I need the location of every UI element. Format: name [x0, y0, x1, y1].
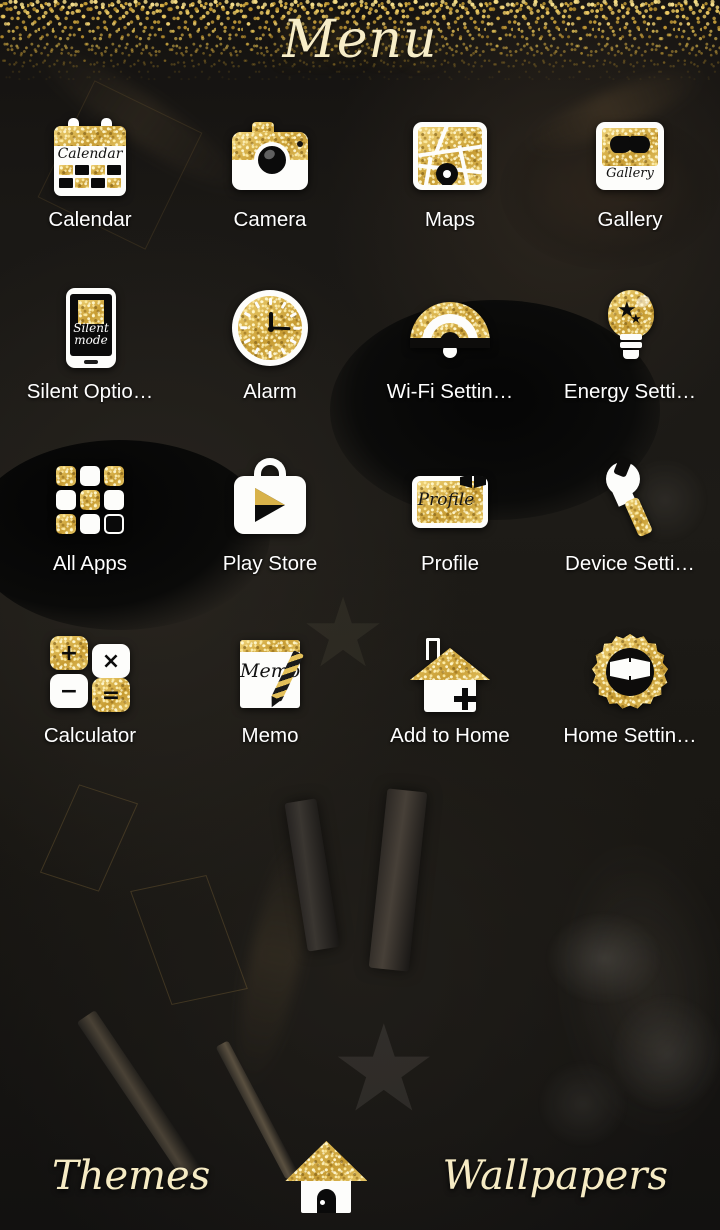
phone-home-bar: [84, 360, 98, 364]
app-item-memo[interactable]: Memo Memo: [180, 626, 360, 762]
wifi-icon: [404, 282, 496, 374]
clock-tick: [240, 326, 248, 330]
background-foil-cluster: [520, 880, 720, 1160]
map-pin-icon: [431, 158, 463, 185]
app-item-add-to-home[interactable]: Add to Home: [360, 626, 540, 762]
app-label: All Apps: [52, 552, 128, 575]
app-item-calculator[interactable]: + × − = Calculator: [0, 626, 180, 762]
plus-icon: [454, 688, 476, 710]
app-item-energy-settings[interactable]: ★ ★ Energy Setti…: [540, 282, 720, 418]
house-chimney: [426, 638, 440, 660]
calendar-script-text: Calendar: [57, 146, 123, 162]
app-grid: Calendar Calendar Camera Maps Gallery Ga…: [0, 110, 720, 762]
gallery-script-text: Gallery: [606, 166, 654, 181]
home-button[interactable]: [281, 1139, 371, 1213]
mustache-icon: [610, 136, 650, 154]
app-label: Calendar: [48, 208, 132, 231]
app-label: Profile: [420, 552, 480, 575]
app-grid-cells: [56, 466, 124, 534]
app-item-silent-options[interactable]: Silent mode Silent Optio…: [0, 282, 180, 418]
app-label: Device Setti…: [565, 552, 695, 575]
maps-road: [423, 156, 433, 185]
app-item-maps[interactable]: Maps: [360, 110, 540, 246]
page-header: Menu: [0, 0, 720, 80]
app-label: Play Store: [222, 552, 318, 575]
gear-icon: [584, 626, 676, 718]
bow-knot: [626, 662, 634, 676]
app-item-play-store[interactable]: Play Store: [180, 454, 360, 590]
house-roof: [410, 648, 490, 680]
bow-icon: [460, 474, 486, 488]
calendar-icon: Calendar: [44, 110, 136, 202]
camera-lens: [254, 142, 290, 178]
calendar-day-cells: [59, 165, 121, 188]
silent-mode-icon: Silent mode: [44, 282, 136, 374]
memo-icon: Memo: [224, 626, 316, 718]
bulb-screw-ring: [620, 342, 642, 348]
lightbulb-icon: ★ ★: [584, 282, 676, 374]
app-item-profile[interactable]: Profile Profile: [360, 454, 540, 590]
app-label: Maps: [424, 208, 476, 231]
app-item-home-settings[interactable]: Home Settin…: [540, 626, 720, 762]
profile-icon: Profile: [404, 454, 496, 546]
app-label: Home Settin…: [563, 724, 697, 747]
wallpapers-button[interactable]: Wallpapers: [443, 1153, 668, 1199]
clock-tick: [269, 351, 272, 358]
app-item-device-settings[interactable]: Device Setti…: [540, 454, 720, 590]
maps-icon: [404, 110, 496, 202]
app-label: Camera: [233, 208, 307, 231]
calc-key-add: +: [50, 636, 88, 670]
app-label: Alarm: [243, 380, 297, 403]
app-grid-icon: [44, 454, 136, 546]
background-star-outline: ★: [330, 1000, 438, 1139]
profile-script-text: Profile: [417, 490, 475, 510]
calc-key-multiply: ×: [92, 644, 130, 678]
app-label: Calculator: [43, 724, 137, 747]
silent-line-2: mode: [74, 333, 108, 347]
wrench-icon: [584, 454, 676, 546]
page-title: Menu: [282, 10, 438, 70]
clock-tick: [269, 298, 272, 305]
play-triangle-gold-half: [255, 488, 285, 505]
memo-binding: [240, 640, 300, 652]
themes-button[interactable]: Themes: [52, 1153, 210, 1199]
app-label: Energy Setti…: [563, 380, 697, 403]
silent-script-text: Silent mode: [70, 322, 112, 346]
bulb-screw-ring: [620, 334, 642, 340]
calendar-header-band: [54, 126, 126, 146]
camera-indicator-dot: [297, 141, 303, 147]
bulb-base: [623, 350, 639, 359]
calculator-icon: + × − =: [44, 626, 136, 718]
maps-surface: [418, 127, 482, 185]
calc-key-equals: =: [92, 678, 130, 712]
app-label: Wi-Fi Settin…: [386, 380, 514, 403]
bottom-dock: Themes Wallpapers: [0, 1122, 720, 1230]
camera-icon: [224, 110, 316, 202]
add-to-home-icon: [404, 626, 496, 718]
app-item-wifi-settings[interactable]: Wi-Fi Settin…: [360, 282, 540, 418]
calc-key-subtract: −: [50, 674, 88, 708]
wrench-handle: [623, 496, 654, 538]
gallery-icon: Gallery: [584, 110, 676, 202]
maps-road: [418, 144, 482, 158]
wifi-base-mask: [410, 338, 490, 348]
clock-icon: [224, 282, 316, 374]
clock-center-pin: [267, 326, 274, 332]
bulb-star-small-icon: ★: [630, 312, 642, 327]
app-label: Gallery: [597, 208, 663, 231]
app-item-camera[interactable]: Camera: [180, 110, 360, 246]
app-item-gallery[interactable]: Gallery Gallery: [540, 110, 720, 246]
app-label: Silent Optio…: [26, 380, 154, 403]
app-item-calendar[interactable]: Calendar Calendar: [0, 110, 180, 246]
home-roof: [285, 1141, 368, 1181]
app-label: Add to Home: [390, 724, 510, 747]
play-store-icon: [224, 454, 316, 546]
app-item-all-apps[interactable]: All Apps: [0, 454, 180, 590]
app-label: Memo: [241, 724, 299, 747]
app-item-alarm[interactable]: Alarm: [180, 282, 360, 418]
clock-tick: [293, 326, 301, 330]
